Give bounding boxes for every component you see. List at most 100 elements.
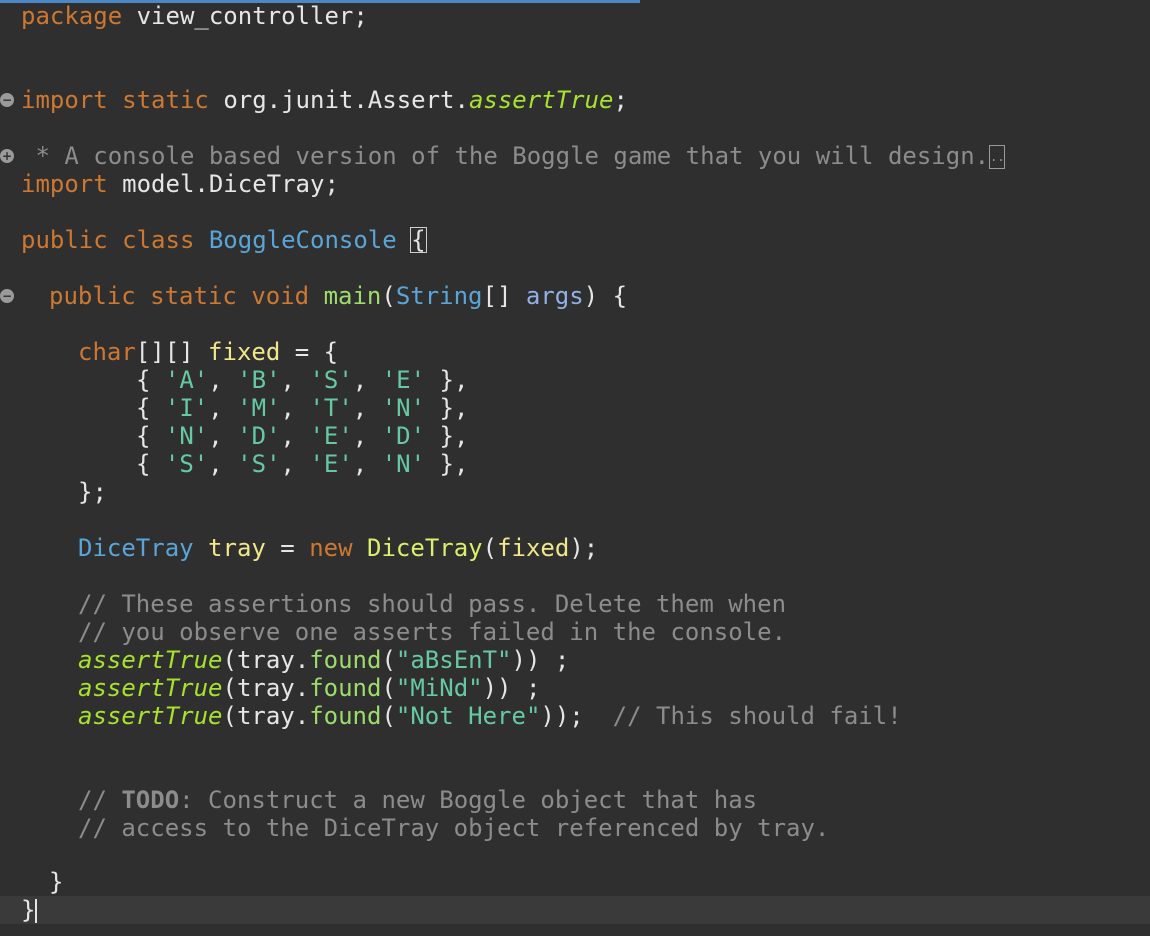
char-literal: 'B' [237, 366, 281, 394]
string-literal: "aBsEnT" [395, 646, 512, 674]
var-fixed: fixed [208, 338, 281, 366]
type-dicetray: DiceTray [78, 534, 194, 562]
sep: , [208, 394, 238, 422]
sep: , [208, 422, 238, 450]
char-literal: 'S' [164, 450, 209, 478]
param-name: args [525, 282, 584, 310]
char-literal: 'D' [381, 422, 426, 450]
semicolon: ; [613, 86, 628, 114]
semicolon: ; [353, 2, 368, 30]
char-literal: 'T' [309, 394, 353, 422]
matched-brace: { [410, 226, 427, 254]
paren: ( [381, 282, 396, 310]
fold-expand-icon[interactable]: + [0, 149, 14, 163]
paren-semi: )); [540, 702, 613, 730]
code-line-import-model[interactable]: import model.DiceTray; [0, 170, 1150, 198]
row-close: }, [425, 394, 469, 422]
assert-call: assertTrue [78, 702, 223, 730]
code-line-import-static[interactable]: − import static org.junit.Assert.assertT… [0, 86, 1150, 114]
paren-brace: ) { [583, 282, 628, 310]
char-literal: 'N' [164, 422, 209, 450]
keyword-package: package [21, 2, 123, 30]
string-literal: "Not Here" [395, 702, 541, 730]
sep: , [352, 366, 382, 394]
code-line-tray[interactable]: DiceTray tray = new DiceTray(fixed); [0, 534, 1150, 562]
closing-brace: } [21, 896, 36, 924]
char-literal: 'D' [237, 422, 281, 450]
code-line-assert[interactable]: assertTrue(tray.found("Not Here")); // T… [0, 702, 1150, 730]
keyword-char: char [78, 338, 136, 366]
sep: , [352, 450, 382, 478]
collapsed-block-icon[interactable]: .. [989, 145, 1006, 169]
code-editor[interactable]: package view_controller; − import static… [0, 0, 1150, 936]
array-brackets: [][] [135, 338, 209, 366]
keyword-public: public [21, 226, 108, 254]
paren-semi: )) ; [482, 674, 541, 702]
code-line-array-row[interactable]: { 'I', 'M', 'T', 'N' }, [0, 394, 1150, 422]
char-literal: 'E' [381, 366, 426, 394]
row-open: { [136, 450, 165, 478]
paren-semi: ); [569, 534, 599, 562]
paren: ( [482, 534, 498, 562]
array-brackets: [] [482, 282, 526, 310]
sep: , [280, 366, 310, 394]
todo-tag: TODO [121, 786, 180, 814]
fold-collapse-icon[interactable]: − [0, 289, 14, 303]
line-comment: // This should fail! [612, 702, 902, 730]
code-line-comment[interactable]: // access to the DiceTray object referen… [0, 814, 1150, 842]
row-open: { [136, 422, 165, 450]
code-line-assert[interactable]: assertTrue(tray.found("MiNd")) ; [0, 674, 1150, 702]
sep: , [352, 394, 382, 422]
line-comment: // access to the DiceTray object referen… [78, 814, 830, 842]
keyword-import: import [21, 170, 108, 198]
keyword-new: new [309, 534, 353, 562]
assert-call: assertTrue [78, 674, 223, 702]
keyword-static: static [122, 86, 209, 114]
code-line-close-method[interactable]: } [0, 868, 1150, 896]
code-line-todo[interactable]: // TODO: Construct a new Boggle object t… [0, 786, 1150, 814]
closing-brace: } [49, 868, 64, 896]
char-literal: 'A' [164, 366, 209, 394]
receiver: (tray. [222, 702, 310, 730]
keyword-void: void [251, 282, 310, 310]
sep: , [352, 422, 382, 450]
row-close: }, [425, 366, 469, 394]
var-tray: tray [208, 534, 266, 562]
code-line-char-array[interactable]: char[][] fixed = { [0, 338, 1150, 366]
code-line-array-end[interactable]: }; [0, 478, 1150, 506]
code-line-main[interactable]: − public static void main(String[] args)… [0, 282, 1150, 310]
code-line-array-row[interactable]: { 'S', 'S', 'E', 'N' }, [0, 450, 1150, 478]
code-line-assert[interactable]: assertTrue(tray.found("aBsEnT")) ; [0, 646, 1150, 674]
paren-semi: )) ; [511, 646, 570, 674]
code-line-close-class[interactable]: } [0, 896, 1150, 924]
char-literal: 'M' [237, 394, 281, 422]
string-literal: "MiNd" [395, 674, 483, 702]
code-line-doc-comment[interactable]: + * A console based version of the Boggl… [0, 142, 1150, 170]
import-path: org.junit.Assert. [223, 86, 469, 114]
row-open: { [136, 394, 165, 422]
assert-call: assertTrue [78, 646, 223, 674]
sep: , [280, 394, 310, 422]
line-comment: // These assertions should pass. Delete … [78, 590, 787, 618]
code-line-package[interactable]: package view_controller; [0, 2, 1150, 30]
code-line-array-row[interactable]: { 'A', 'B', 'S', 'E' }, [0, 366, 1150, 394]
row-open: { [136, 366, 165, 394]
class-name: BoggleConsole [208, 226, 397, 254]
paren: ( [381, 674, 396, 702]
comment-prefix: // [78, 786, 122, 814]
char-literal: 'S' [237, 450, 281, 478]
code-line-array-row[interactable]: { 'N', 'D', 'E', 'D' }, [0, 422, 1150, 450]
sep: , [280, 450, 310, 478]
code-line-comment[interactable]: // These assertions should pass. Delete … [0, 590, 1150, 618]
fold-collapse-icon[interactable]: − [0, 93, 14, 107]
code-line-class[interactable]: public class BoggleConsole { [0, 226, 1150, 254]
keyword-import: import [21, 86, 108, 114]
char-literal: 'N' [381, 394, 426, 422]
package-name: view_controller [136, 2, 354, 30]
arg-fixed: fixed [497, 534, 570, 562]
row-close: }, [425, 422, 469, 450]
param-type: String [395, 282, 483, 310]
code-line-comment[interactable]: // you observe one asserts failed in the… [0, 618, 1150, 646]
array-end: }; [78, 478, 107, 506]
receiver: (tray. [222, 646, 310, 674]
